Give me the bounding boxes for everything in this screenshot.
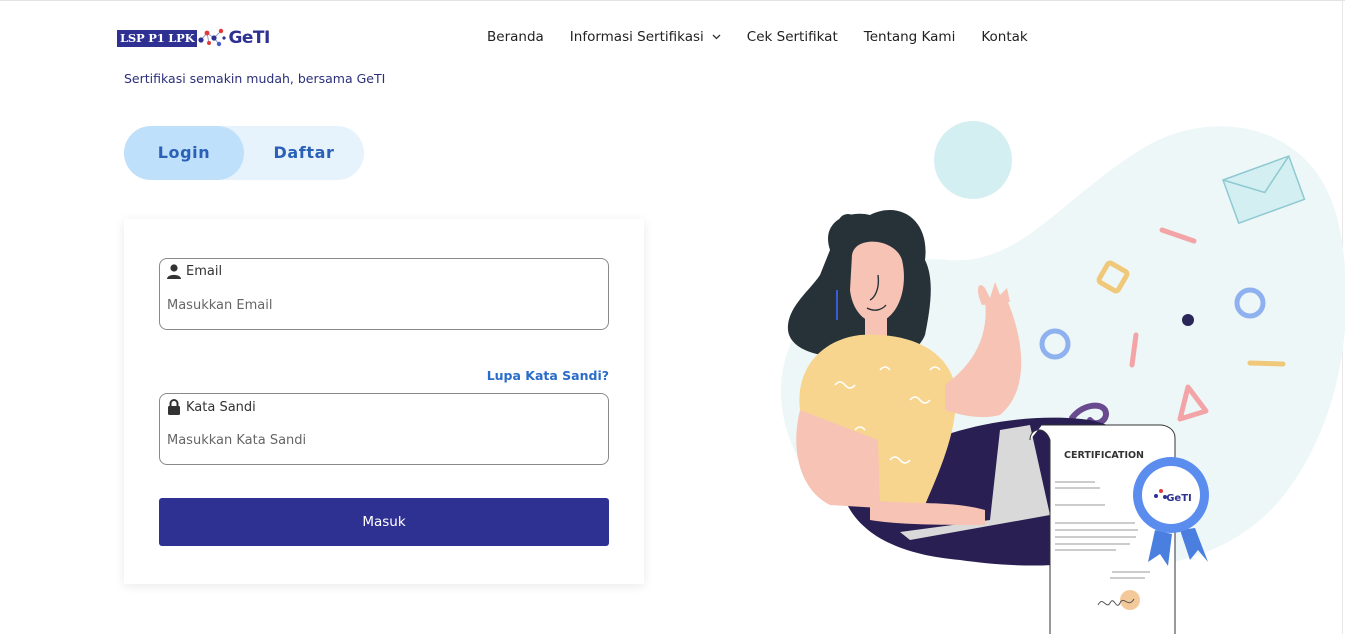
tab-login[interactable]: Login [124, 126, 244, 180]
site-logo[interactable]: LSP P1 LPK GeTI [117, 26, 270, 50]
nav-beranda[interactable]: Beranda [487, 29, 544, 45]
top-border [0, 0, 1345, 1]
nav-cek-sertifikat[interactable]: Cek Sertifikat [747, 29, 838, 45]
logo-network-icon [198, 28, 227, 47]
nav-cek-sertifikat-label: Cek Sertifikat [746, 29, 838, 45]
main-nav: Beranda Informasi Sertifikasi Cek Sertif… [487, 29, 1054, 45]
email-field-label: Email [167, 264, 222, 279]
nav-kontak[interactable]: Kontak [981, 29, 1027, 45]
password-label-text: Kata Sandi [186, 399, 256, 415]
badge-text: GeTI [1166, 493, 1192, 504]
auth-tabs: Login Daftar [124, 126, 364, 180]
tagline: Sertifikasi semakin mudah, bersama GeTI [124, 71, 386, 86]
tab-daftar[interactable]: Daftar [244, 126, 364, 180]
password-field-label: Kata Sandi [167, 399, 256, 415]
login-card: Email Lupa Kata Sandi? Kata Sandi Masuk [124, 219, 644, 584]
logo-lsp-text: LSP P1 LPK [117, 29, 198, 47]
nav-tentang-kami[interactable]: Tentang Kami [864, 29, 956, 45]
logo-geti-text: GeTI [228, 28, 270, 48]
nav-informasi-sertifikasi-label: Informasi Sertifikasi [569, 29, 704, 45]
lock-icon [168, 399, 180, 415]
chevron-down-icon [712, 34, 721, 40]
email-field: Email [159, 258, 609, 330]
nav-tentang-kami-label: Tentang Kami [863, 29, 956, 45]
nav-informasi-sertifikasi[interactable]: Informasi Sertifikasi [570, 29, 721, 45]
login-submit-button[interactable]: Masuk [159, 498, 609, 546]
password-field: Kata Sandi [159, 393, 609, 465]
nav-beranda-label: Beranda [487, 29, 544, 45]
forgot-password-link[interactable]: Lupa Kata Sandi? [487, 368, 609, 383]
login-illustration: CERTIFICATION GeTI [780, 121, 1345, 634]
certificate-title: CERTIFICATION [1064, 450, 1144, 461]
user-icon [167, 264, 181, 279]
password-input[interactable] [167, 433, 587, 448]
nav-kontak-label: Kontak [981, 29, 1028, 45]
email-label-text: Email [186, 264, 223, 279]
email-input[interactable] [167, 298, 587, 313]
